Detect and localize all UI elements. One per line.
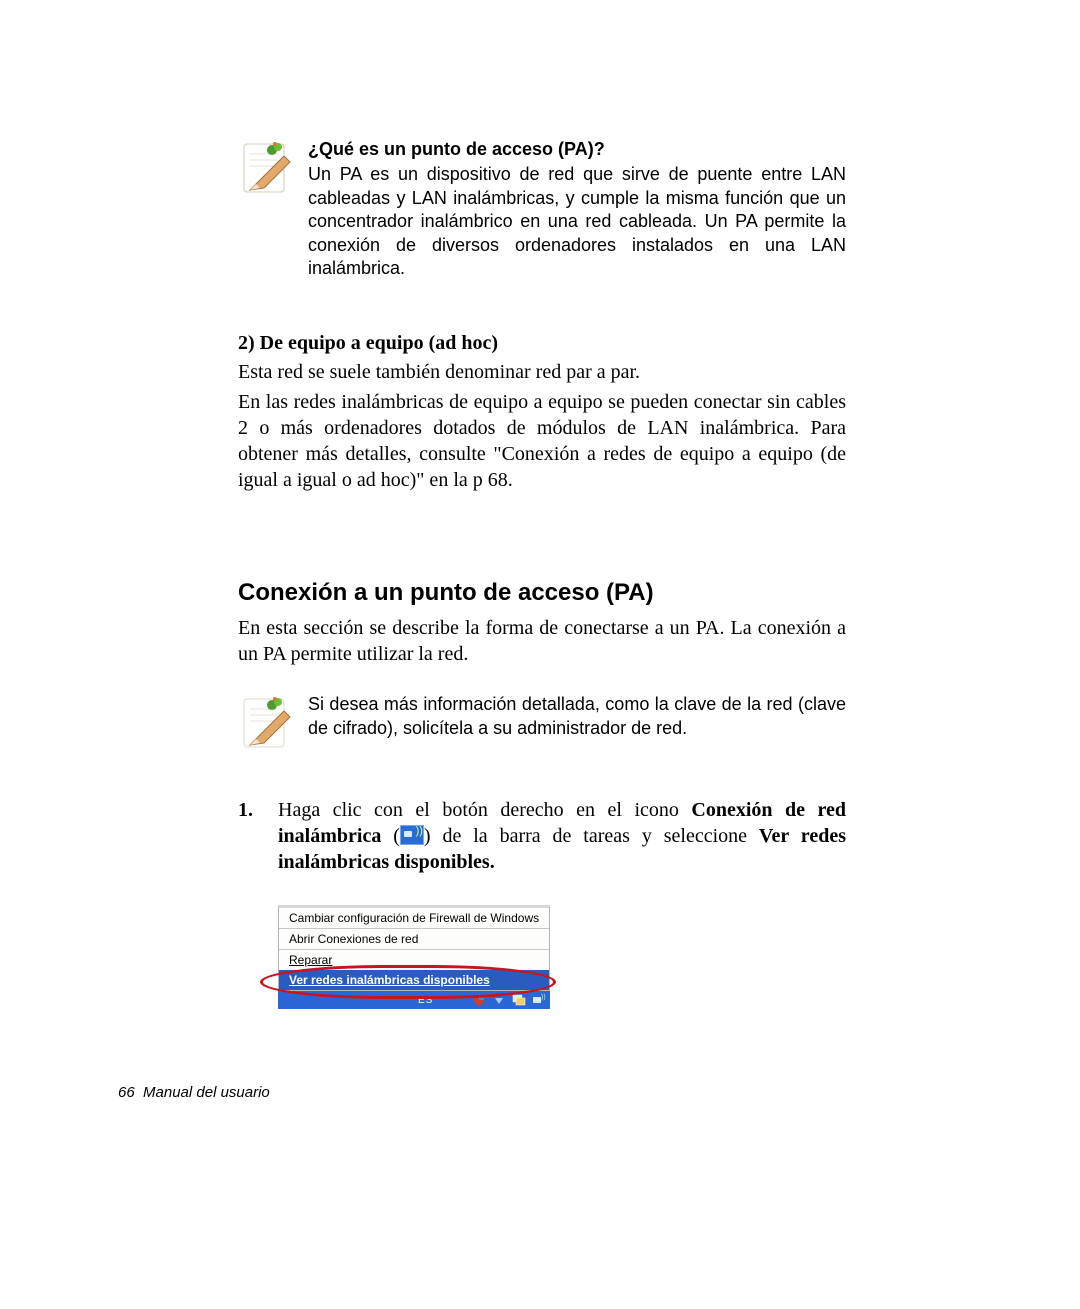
wireless-tray-icon <box>400 825 424 845</box>
context-menu: Cambiar configuración de Firewall de Win… <box>278 905 550 991</box>
step-text: Haga clic con el botón derecho en el ico… <box>278 799 691 821</box>
section-intro: En esta sección se describe la forma de … <box>238 615 846 667</box>
footer-label: Manual del usuario <box>143 1084 270 1101</box>
note-pencil-icon <box>238 138 298 198</box>
menu-item-label: Ver redes inalámbricas disponibles <box>289 973 490 987</box>
note-body: Si desea más información detallada, como… <box>298 693 846 740</box>
note-title: ¿Qué es un punto de acceso (PA)? <box>308 138 846 161</box>
note-access-point: ¿Qué es un punto de acceso (PA)? Un PA e… <box>238 138 846 280</box>
note-body: ¿Qué es un punto de acceso (PA)? Un PA e… <box>298 138 846 280</box>
step-body: Haga clic con el botón derecho en el ico… <box>278 797 846 875</box>
note-text: Un PA es un dispositivo de red que sirve… <box>308 163 846 280</box>
page-number: 66 <box>118 1084 135 1101</box>
step-number: 1. <box>238 797 278 875</box>
menu-item-open-connections[interactable]: Abrir Conexiones de red <box>279 929 549 949</box>
section-heading: Conexión a un punto de acceso (PA) <box>238 579 846 607</box>
note-admin-info: Si desea más información detallada, como… <box>238 693 846 753</box>
subheading-adhoc: 2) De equipo a equipo (ad hoc) <box>238 332 846 355</box>
note-text: Si desea más información detallada, como… <box>308 693 846 740</box>
page-footer: 66 Manual del usuario <box>118 1084 270 1101</box>
taskbar-monitor-icon <box>512 993 526 1007</box>
context-menu-screenshot: Cambiar configuración de Firewall de Win… <box>278 905 550 1009</box>
note-pencil-icon <box>238 693 298 753</box>
taskbar-down-icon <box>492 993 506 1007</box>
menu-item-repair[interactable]: Reparar <box>279 950 549 970</box>
menu-item-label: Reparar <box>289 953 332 967</box>
taskbar-wireless-icon: )) <box>532 993 546 1007</box>
taskbar: ES )) <box>278 991 550 1009</box>
step-text: ( <box>381 825 400 847</box>
step-text: ) de la barra de tareas y seleccione <box>424 825 759 847</box>
taskbar-language: ES <box>418 995 433 1006</box>
paragraph: En las redes inalámbricas de equipo a eq… <box>238 389 846 493</box>
paragraph: Esta red se suele también denominar red … <box>238 359 846 385</box>
menu-item-firewall[interactable]: Cambiar configuración de Firewall de Win… <box>279 908 549 928</box>
menu-item-view-wireless[interactable]: Ver redes inalámbricas disponibles <box>279 970 549 990</box>
step-1: 1. Haga clic con el botón derecho en el … <box>238 797 846 875</box>
document-page: ¿Qué es un punto de acceso (PA)? Un PA e… <box>0 0 1080 1309</box>
taskbar-shield-icon <box>472 993 486 1007</box>
content-area: ¿Qué es un punto de acceso (PA)? Un PA e… <box>238 138 846 1009</box>
svg-text:)): )) <box>541 994 546 1001</box>
